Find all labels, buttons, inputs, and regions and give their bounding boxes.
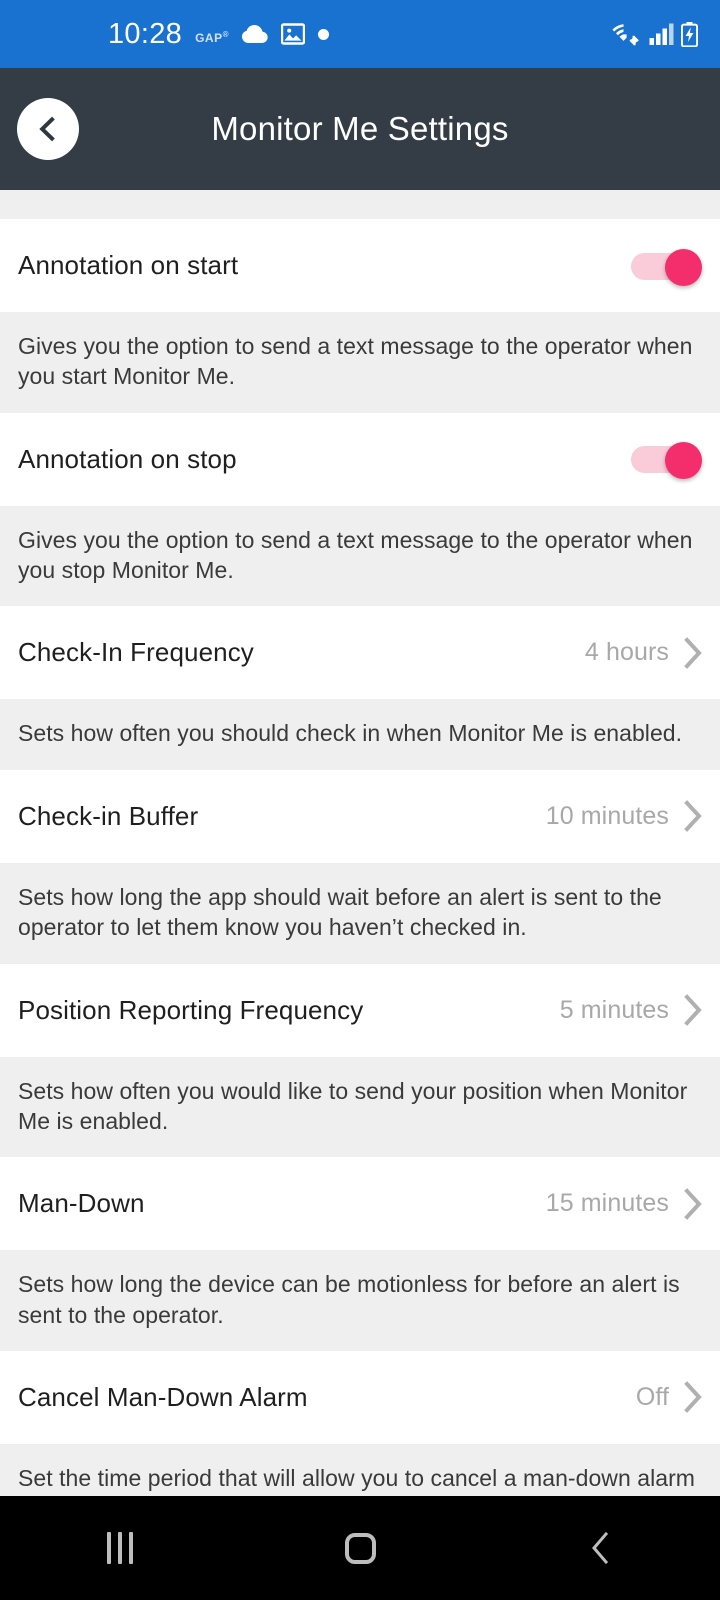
setting-description: Sets how often you would like to send yo… xyxy=(0,1056,720,1158)
setting-row-position-reporting-frequency[interactable]: Position Reporting Frequency 5 minutes xyxy=(0,963,720,1057)
list-top-spacer xyxy=(0,190,720,219)
setting-description: Gives you the option to send a text mess… xyxy=(0,312,720,413)
dot-icon xyxy=(318,28,329,40)
setting-row-annotation-on-start[interactable]: Annotation on start xyxy=(0,219,720,312)
cloud-icon xyxy=(242,24,268,43)
setting-control xyxy=(631,442,703,480)
toggle-annotation-on-stop[interactable] xyxy=(631,442,703,480)
settings-list[interactable]: Annotation on start Gives you the option… xyxy=(0,190,720,1496)
setting-label: Man-Down xyxy=(18,1188,145,1219)
app-bar: Monitor Me Settings xyxy=(0,68,720,190)
back-button[interactable] xyxy=(17,98,79,160)
chevron-right-icon xyxy=(684,637,702,669)
setting-value: 4 hours xyxy=(584,638,669,667)
chevron-right-icon xyxy=(684,1381,702,1414)
setting-row-cancel-man-down-alarm[interactable]: Cancel Man-Down Alarm Off xyxy=(0,1350,720,1444)
setting-value: 15 minutes xyxy=(545,1189,669,1218)
recents-button[interactable] xyxy=(45,1496,195,1600)
toggle-annotation-on-start[interactable] xyxy=(631,248,703,286)
setting-row-check-in-frequency[interactable]: Check-In Frequency 4 hours xyxy=(0,606,720,700)
setting-control: 10 minutes xyxy=(545,800,703,833)
setting-control: Off xyxy=(635,1381,703,1414)
setting-description: Sets how often you should check in when … xyxy=(0,699,720,770)
setting-label: Check-In Frequency xyxy=(18,637,254,668)
setting-control xyxy=(631,248,703,286)
setting-description: Sets how long the app should wait before… xyxy=(0,862,720,964)
setting-description: Set the time period that will allow you … xyxy=(0,1443,720,1496)
battery-charging-icon xyxy=(681,21,698,47)
chevron-right-icon xyxy=(684,1187,702,1220)
setting-label: Annotation on stop xyxy=(18,443,237,474)
setting-control: 5 minutes xyxy=(560,994,703,1026)
setting-value: 10 minutes xyxy=(545,801,669,830)
gap-badge-icon: GAP® xyxy=(195,29,229,45)
toggle-thumb xyxy=(665,442,702,480)
status-bar-left: 10:28 GAP® xyxy=(22,17,329,50)
cellular-signal-icon xyxy=(649,23,674,45)
setting-value: 5 minutes xyxy=(559,995,669,1024)
setting-description: Sets how long the device can be motionle… xyxy=(0,1250,720,1351)
setting-value: Off xyxy=(635,1382,669,1411)
setting-row-man-down[interactable]: Man-Down 15 minutes xyxy=(0,1157,720,1251)
status-bar-right xyxy=(612,21,698,47)
setting-control: 4 hours xyxy=(585,637,703,669)
setting-row-check-in-buffer[interactable]: Check-in Buffer 10 minutes xyxy=(0,769,720,863)
setting-label: Position Reporting Frequency xyxy=(18,994,364,1025)
chevron-left-icon xyxy=(39,116,55,142)
setting-label: Check-in Buffer xyxy=(18,800,199,831)
chevron-right-icon xyxy=(684,800,702,833)
setting-description: Gives you the option to send a text mess… xyxy=(0,505,720,607)
toggle-thumb xyxy=(665,248,702,286)
setting-label: Cancel Man-Down Alarm xyxy=(18,1381,308,1412)
chevron-right-icon xyxy=(684,994,702,1026)
status-bar-clock: 10:28 xyxy=(108,17,183,50)
nav-back-button[interactable] xyxy=(525,1496,675,1600)
setting-row-annotation-on-stop[interactable]: Annotation on stop xyxy=(0,412,720,506)
status-bar: 10:28 GAP® xyxy=(0,0,720,68)
home-icon xyxy=(344,1532,376,1564)
chevron-left-icon xyxy=(592,1531,609,1565)
recents-icon xyxy=(107,1532,133,1564)
setting-label: Annotation on start xyxy=(18,250,239,280)
home-button[interactable] xyxy=(285,1496,435,1600)
photo-icon xyxy=(281,23,305,45)
page-title: Monitor Me Settings xyxy=(211,110,509,147)
setting-control: 15 minutes xyxy=(545,1187,703,1220)
system-navigation-bar xyxy=(0,1496,720,1600)
wifi-icon xyxy=(612,24,639,46)
phone-screen: 10:28 GAP® Monitor Me Settings Annotatio… xyxy=(0,0,720,1600)
